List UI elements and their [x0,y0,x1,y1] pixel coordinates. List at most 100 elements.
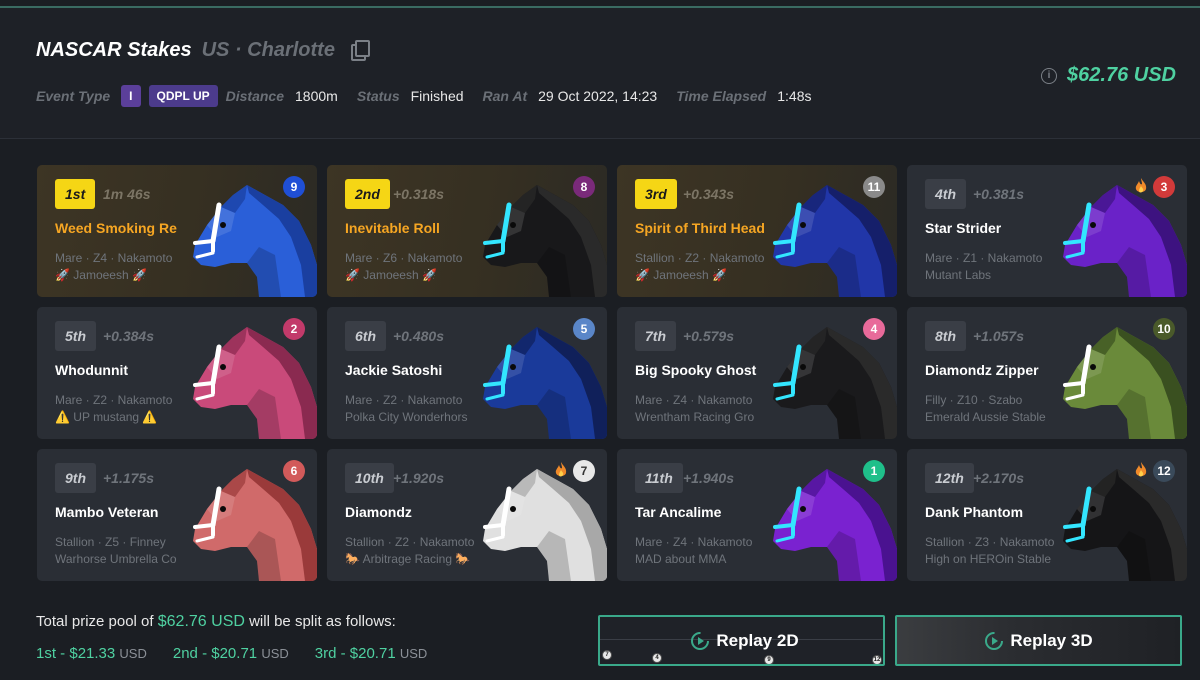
horse-name[interactable]: Whodunnit [55,362,128,378]
fire-icon [555,462,567,477]
result-card[interactable]: 7th +0.579s Big Spooky Ghost Mare · Z4 ·… [617,307,897,439]
split-place: 2nd - [172,645,208,662]
time-gap: +0.384s [103,328,154,344]
gate-number-badge: 5 [573,318,595,340]
prize-split-item: 2nd - $20.71 USD [173,645,289,662]
prize-split-item: 1st - $21.33 USD [36,645,147,662]
ran-at-label: Ran At [482,88,528,104]
horse-avatar-icon [773,185,897,297]
stable-name: Emerald Aussie Stable [925,410,1046,424]
stable-name: High on HEROin Stable [925,552,1052,566]
position-badge: 7th [635,321,676,351]
gate-number-badge: 6 [283,460,305,482]
split-place: 1st - [36,645,66,662]
gate-number-badge: 2 [283,318,305,340]
result-card[interactable]: 10th +1.920s Diamondz Stallion · Z2 · Na… [327,449,607,581]
result-card[interactable]: 11th +1.940s Tar Ancalime Mare · Z4 · Na… [617,449,897,581]
replay-2d-label: Replay 2D [716,630,799,650]
fire-icon [1135,178,1147,193]
stable-name: 🚀 Jamoeesh 🚀 [345,268,437,282]
distance-value: 1800m [295,88,338,104]
time-elapsed-value: 1:48s [777,88,812,104]
horse-name[interactable]: Diamondz [345,504,412,520]
gate-number-badge: 1 [863,460,885,482]
result-card[interactable]: 6th +0.480s Jackie Satoshi Mare · Z2 · N… [327,307,607,439]
position-badge: 11th [635,463,683,493]
stable-name: 🐎 Arbitrage Racing 🐎 [345,552,471,566]
horse-avatar-icon [193,185,317,297]
result-card[interactable]: 12th +2.170s Dank Phantom Stallion · Z3 … [907,449,1187,581]
horse-name[interactable]: Inevitable Roll [345,220,440,236]
position-badge: 10th [345,463,394,493]
horse-name[interactable]: Jackie Satoshi [345,362,442,378]
stable-name: Warhorse Umbrella Co [55,552,177,566]
prize-pool-prefix: Total prize pool of [36,613,154,630]
horse-avatar-icon [483,327,607,439]
horse-name[interactable]: Star Strider [925,220,1001,236]
split-unit: USD [261,646,289,661]
gate-number-badge: 3 [1153,176,1175,198]
result-card[interactable]: 4th +0.381s Star Strider Mare · Z1 · Nak… [907,165,1187,297]
stable-name: MAD about MMA [635,552,727,566]
position-badge: 1st [55,179,96,209]
horse-name[interactable]: Tar Ancalime [635,504,721,520]
horse-details: Stallion · Z2 · Nakamoto [345,535,475,549]
copy-icon[interactable] [350,40,370,61]
status-label: Status [356,88,400,104]
position-badge: 9th [55,463,96,493]
prize-pool-amount: $62.76 USD [157,613,245,630]
prize-amount: $62.76 USD [1067,64,1176,86]
horse-name[interactable]: Weed Smoking Re [55,220,177,236]
result-card[interactable]: 5th +0.384s Whodunnit Mare · Z2 · Nakamo… [37,307,317,439]
split-unit: USD [119,646,147,661]
result-card[interactable]: 9th +1.175s Mambo Veteran Stallion · Z5 … [37,449,317,581]
gate-number-badge: 12 [1153,460,1175,482]
stable-name: Mutant Labs [925,268,992,282]
split-place: 3rd - [314,645,346,662]
stable-name: Wrentham Racing Gro [635,410,755,424]
replay-3d-button[interactable]: Replay 3D [895,615,1182,666]
horse-avatar-icon [193,327,317,439]
event-type-label: Event Type [36,88,111,104]
horse-name[interactable]: Big Spooky Ghost [635,362,756,378]
event-meta-row: Event Type I QDPL UP Distance 1800m Stat… [36,85,830,107]
results-grid: 1st 1m 46s Weed Smoking Re Mare · Z4 · N… [37,165,1187,581]
horse-details: Mare · Z2 · Nakamoto [345,393,463,407]
time-gap: +0.480s [393,328,444,344]
horse-name[interactable]: Diamondz Zipper [925,362,1039,378]
horse-avatar-icon [1063,185,1187,297]
horse-details: Mare · Z4 · Nakamoto [635,393,753,407]
horse-avatar-icon [193,469,317,581]
result-card[interactable]: 2nd +0.318s Inevitable Roll Mare · Z6 · … [327,165,607,297]
horse-avatar-icon [483,185,607,297]
result-card[interactable]: 3rd +0.343s Spirit of Third Head Stallio… [617,165,897,297]
horse-name[interactable]: Spirit of Third Head [635,220,765,236]
horse-name[interactable]: Dank Phantom [925,504,1023,520]
stable-name: 🚀 Jamoeesh 🚀 [55,268,147,282]
event-type-chip-class: I [121,85,141,107]
horse-details: Mare · Z6 · Nakamoto [345,251,463,265]
result-card[interactable]: 8th +1.057s Diamondz Zipper Filly · Z10 … [907,307,1187,439]
replay-2d-button[interactable]: 7 4 9 12 Replay 2D [598,615,885,666]
distance-label: Distance [225,88,284,104]
event-location: US · Charlotte [201,39,335,61]
position-badge: 12th [925,463,974,493]
time-gap: +2.170s [973,470,1024,486]
horse-avatar-icon [1063,327,1187,439]
replay-3d-label: Replay 3D [1010,630,1093,650]
split-unit: USD [399,646,428,661]
time-gap: +0.579s [683,328,734,344]
horse-details: Mare · Z1 · Nakamoto [925,251,1043,265]
info-icon[interactable]: i [1041,67,1058,84]
position-badge: 8th [925,321,966,351]
position-badge: 2nd [345,179,390,209]
title-row: NASCAR Stakes US · Charlotte [36,38,370,62]
horse-avatar-icon [1063,469,1187,581]
horse-name[interactable]: Mambo Veteran [55,504,158,520]
prize-summary: i $62.76 USD [1041,64,1176,87]
result-card[interactable]: 1st 1m 46s Weed Smoking Re Mare · Z4 · N… [37,165,317,297]
horse-avatar-icon [483,469,607,581]
gate-number-badge: 8 [573,176,595,198]
gate-number-badge: 7 [573,460,595,482]
horse-avatar-icon [773,469,897,581]
